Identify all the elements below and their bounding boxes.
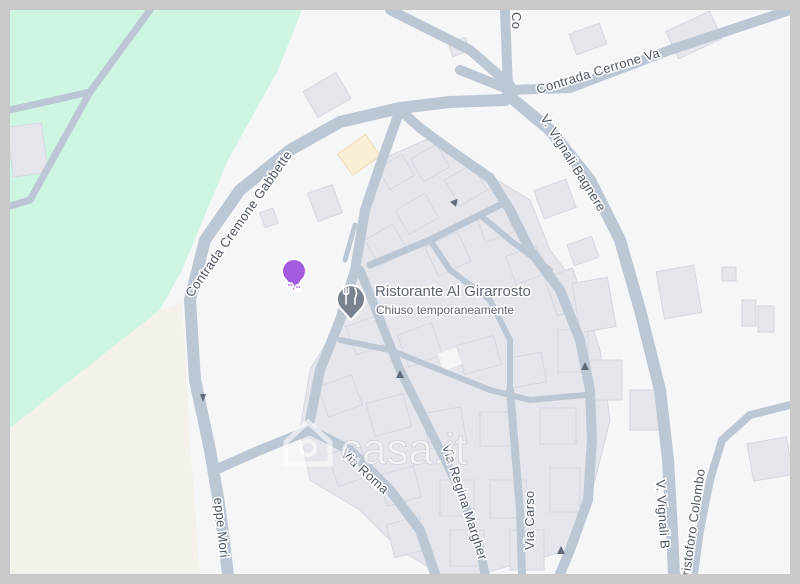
road-label-cerrone: Contrada Cerrone Va [534,45,662,97]
restaurant-name[interactable]: Ristorante Al Girarrosto [374,282,533,302]
theater-poi-marker[interactable] [281,258,307,294]
restaurant-status: Chiuso temporaneamente [376,303,514,317]
road-label-giuseppe-mori: eppe Mori [211,497,232,559]
road-label-via-carso: Via Carso [522,490,537,550]
road-label-co: Co [509,12,524,29]
watermark-text: casa.it [340,425,467,474]
map-canvas[interactable]: Contrada Cremone Gabbette Contrada Cerro… [10,10,790,574]
map-view[interactable]: Contrada Cremone Gabbette Contrada Cerro… [10,10,790,574]
